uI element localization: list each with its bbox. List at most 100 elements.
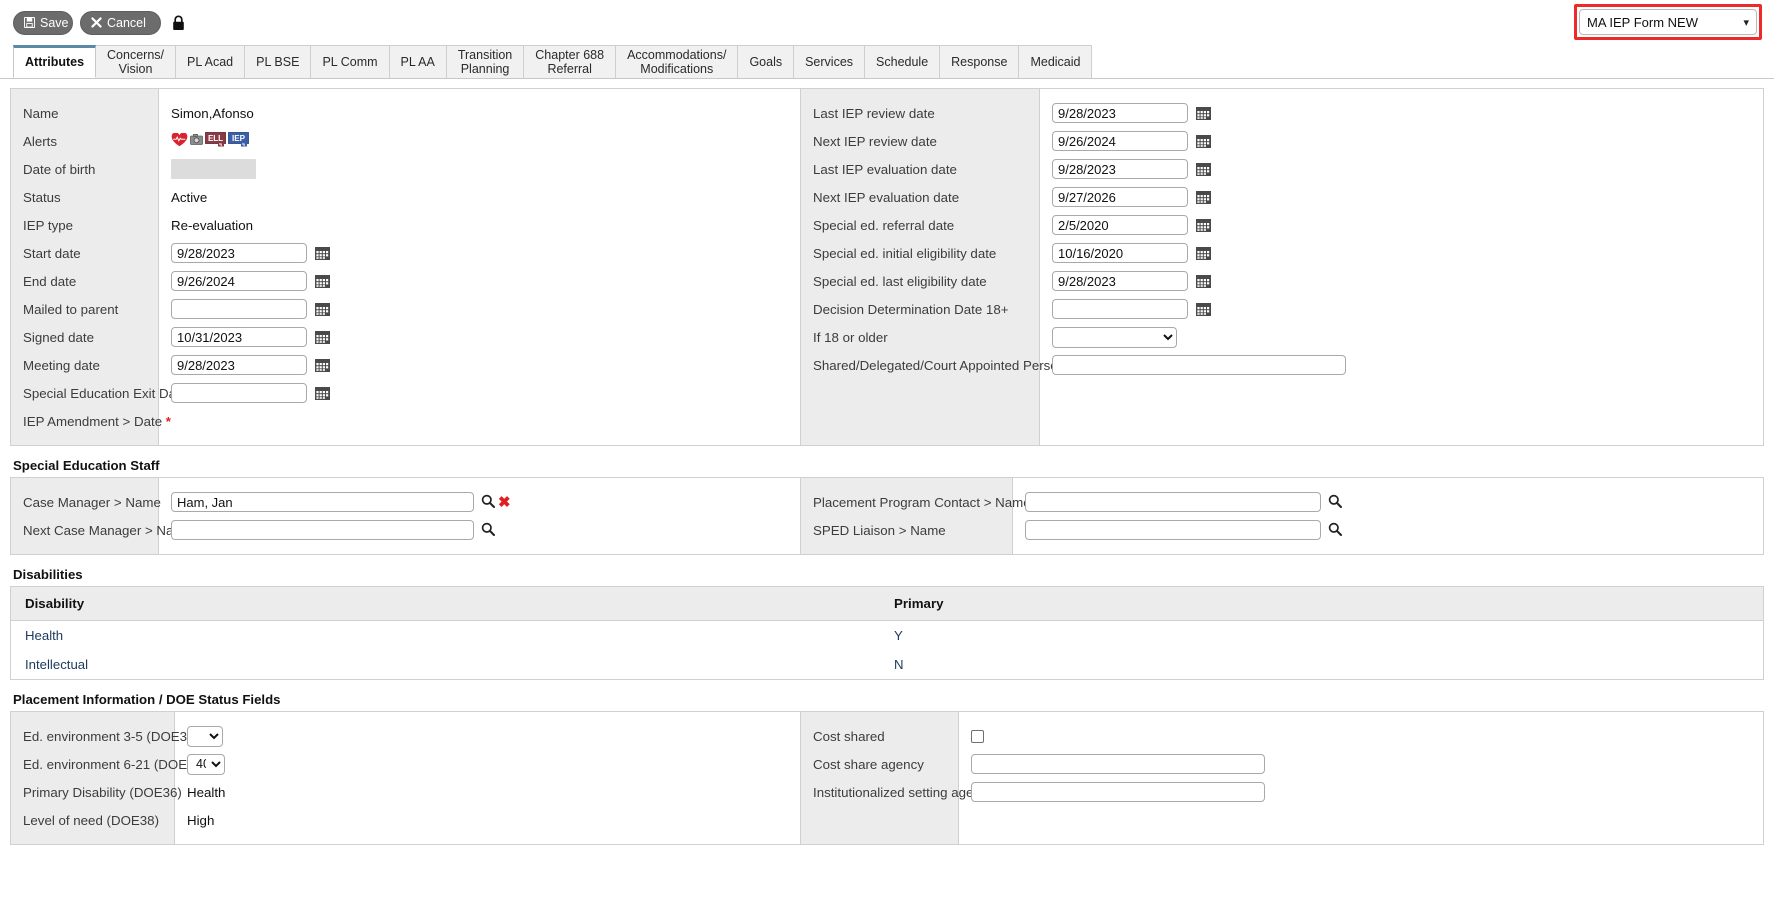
calendar-icon[interactable] [1196,135,1211,148]
value-primary-disability-doe36: Health [175,785,225,800]
ed-environment-6-21-doe34-select[interactable]: 40 [187,754,225,775]
form-sheet: Name Alerts Date of birth Status IEP typ… [0,80,1774,845]
case-manager-input[interactable] [171,492,474,512]
tab-transition-planning[interactable]: Transition Planning [446,45,524,78]
calendar-icon[interactable] [315,387,330,400]
calendar-icon[interactable] [1196,219,1211,232]
cell-primary: N [880,650,1764,680]
label-special-ed-referral-date: Special ed. referral date [801,218,954,233]
label-last-iep-review-date: Last IEP review date [801,106,935,121]
special-ed-last-eligibility-date-input[interactable] [1052,271,1188,291]
calendar-icon[interactable] [1196,275,1211,288]
calendar-icon[interactable] [315,331,330,344]
mailed-to-parent-input[interactable] [171,299,307,319]
ell-badge-icon[interactable]: ELL [205,132,226,150]
calendar-icon[interactable] [315,303,330,316]
label-special-ed-initial-eligibility-date: Special ed. initial eligibility date [801,246,996,261]
photo-alert-icon[interactable] [190,133,203,149]
cancel-button[interactable]: Cancel [80,11,161,35]
magnifier-icon[interactable] [1328,494,1342,511]
cell-disability: Intellectual [11,650,881,680]
svg-text:ELL: ELL [208,134,223,143]
decision-determination-date-input[interactable] [1052,299,1188,319]
calendar-icon[interactable] [1196,303,1211,316]
magnifier-icon[interactable] [481,522,495,539]
calendar-icon[interactable] [315,359,330,372]
label-case-manager: Case Manager > Name [11,495,161,510]
iep-badge-icon[interactable]: IEP [228,132,249,150]
meeting-date-input[interactable] [171,355,307,375]
iep-amendment-field [159,407,800,435]
tab-attributes[interactable]: Attributes [13,45,96,78]
tab-services[interactable]: Services [793,45,865,78]
placement-information-title: Placement Information / DOE Status Field… [13,692,1774,707]
tab-accommodations-modifications[interactable]: Accommodations/ Modifications [615,45,738,78]
special-education-exit-date-input[interactable] [171,383,307,403]
tab-medicaid[interactable]: Medicaid [1018,45,1092,78]
last-iep-review-date-input[interactable] [1052,103,1188,123]
heart-alert-icon[interactable] [171,133,188,150]
calendar-icon[interactable] [1196,163,1211,176]
magnifier-icon[interactable] [481,494,495,511]
label-sped-liaison: SPED Liaison > Name [801,523,946,538]
tab-chapter-688-referral[interactable]: Chapter 688 Referral [523,45,616,78]
special-ed-initial-eligibility-date-input[interactable] [1052,243,1188,263]
disabilities-title: Disabilities [13,567,1774,582]
end-date-input[interactable] [171,271,307,291]
special-education-staff-block: Case Manager > Name Next Case Manager > … [10,477,1764,555]
label-last-iep-evaluation-date: Last IEP evaluation date [801,162,957,177]
special-ed-referral-date-input[interactable] [1052,215,1188,235]
calendar-icon[interactable] [1196,247,1211,260]
label-iep-type: IEP type [11,218,73,233]
label-level-of-need-doe38: Level of need (DOE38) [11,813,159,828]
start-date-input[interactable] [171,243,307,263]
label-alerts: Alerts [11,134,57,149]
tab-response[interactable]: Response [939,45,1019,78]
tab-goals[interactable]: Goals [737,45,794,78]
calendar-icon[interactable] [315,247,330,260]
last-iep-evaluation-date-input[interactable] [1052,159,1188,179]
cost-share-agency-input[interactable] [971,754,1265,774]
cell-disability: Health [11,621,881,651]
top-toolbar: Save Cancel MA IEP Form NEW ▾ [0,0,1774,44]
table-row[interactable]: HealthY [11,621,1764,651]
placement-right-labels: Cost sharedCost share agencyInstitutiona… [800,712,959,844]
svg-text:IEP: IEP [232,134,246,143]
next-case-manager-input[interactable] [171,520,474,540]
tab-schedule[interactable]: Schedule [864,45,940,78]
if-18-or-older-select[interactable] [1052,327,1177,348]
calendar-icon[interactable] [315,275,330,288]
placement-program-contact-input[interactable] [1025,492,1321,512]
form-selector[interactable]: MA IEP Form NEW [1579,9,1757,35]
tab-pl-aa[interactable]: PL AA [389,45,447,78]
shared-delegated-person-input[interactable] [1052,355,1346,375]
floppy-disk-icon [24,17,35,30]
save-button[interactable]: Save [13,11,73,35]
tab-pl-acad[interactable]: PL Acad [175,45,245,78]
tab-concerns-vision[interactable]: Concerns/ Vision [95,45,176,78]
tab-pl-comm[interactable]: PL Comm [310,45,389,78]
tab-pl-bse[interactable]: PL BSE [244,45,311,78]
table-row[interactable]: IntellectualN [11,650,1764,680]
sped-liaison-input[interactable] [1025,520,1321,540]
staff-left-labels: Case Manager > Name Next Case Manager > … [11,478,159,554]
x-clear-icon[interactable]: ✖ [498,495,511,510]
cost-shared-checkbox[interactable] [971,730,984,743]
ed-environment-3-5-doe32-select[interactable] [187,726,223,747]
next-iep-review-date-input[interactable] [1052,131,1188,151]
next-iep-evaluation-date-input[interactable] [1052,187,1188,207]
value-status: Active [159,190,207,205]
signed-date-input[interactable] [171,327,307,347]
lock-icon[interactable] [160,12,196,34]
label-next-iep-evaluation-date: Next IEP evaluation date [801,190,959,205]
save-button-label: Save [40,11,69,35]
date-of-birth-redacted [171,159,256,179]
cell-primary: Y [880,621,1764,651]
label-end-date: End date [11,274,76,289]
iep-attributes-page: Save Cancel MA IEP Form NEW ▾ Attributes… [0,0,1774,898]
table-header-row: DisabilityPrimary [11,587,1764,621]
calendar-icon[interactable] [1196,191,1211,204]
institutionalized-setting-agency-input[interactable] [971,782,1265,802]
magnifier-icon[interactable] [1328,522,1342,539]
calendar-icon[interactable] [1196,107,1211,120]
